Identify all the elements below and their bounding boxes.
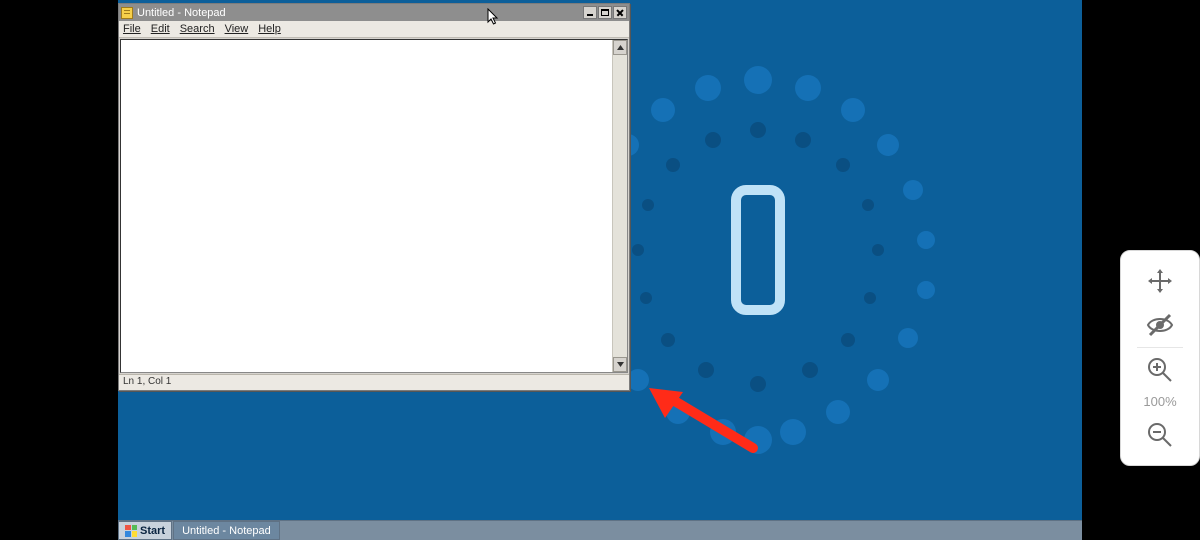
menubar: File Edit Search View Help (119, 21, 629, 38)
zoom-in-button[interactable] (1121, 348, 1199, 392)
move-tool-button[interactable] (1121, 259, 1199, 303)
start-button[interactable]: Start (118, 521, 172, 540)
notepad-titlebar[interactable]: Untitled - Notepad (119, 4, 629, 21)
scroll-up-button[interactable] (613, 40, 627, 55)
start-label: Start (140, 525, 165, 537)
viewer-toolbar: 100% (1120, 250, 1200, 466)
status-position: Ln 1, Col 1 (123, 376, 171, 387)
notepad-window[interactable]: Untitled - Notepad File Edit Search View… (118, 3, 630, 391)
taskbar-app-notepad[interactable]: Untitled - Notepad (173, 521, 280, 540)
editor-area (120, 39, 628, 373)
zoom-out-button[interactable] (1121, 413, 1199, 457)
minimize-button[interactable] (583, 6, 597, 19)
taskbar-app-label: Untitled - Notepad (182, 525, 271, 537)
menu-edit[interactable]: Edit (151, 23, 170, 35)
menu-view[interactable]: View (225, 23, 249, 35)
screen: Untitled - Notepad File Edit Search View… (0, 0, 1200, 540)
window-title: Untitled - Notepad (137, 7, 579, 19)
taskbar: Start Untitled - Notepad (118, 520, 1082, 540)
text-editor[interactable] (121, 40, 612, 372)
visibility-toggle-button[interactable] (1121, 303, 1199, 347)
statusbar: Ln 1, Col 1 (119, 374, 629, 390)
annotation-arrow-icon (643, 388, 763, 458)
zoom-out-icon (1145, 420, 1175, 450)
eye-slash-icon (1145, 310, 1175, 340)
scroll-down-button[interactable] (613, 357, 627, 372)
notepad-icon (121, 7, 133, 19)
move-icon (1145, 266, 1175, 296)
menu-help[interactable]: Help (258, 23, 281, 35)
maximize-button[interactable] (598, 6, 612, 19)
menu-file[interactable]: File (123, 23, 141, 35)
zoom-level-label: 100% (1143, 392, 1176, 413)
scrollbar-vertical[interactable] (612, 40, 627, 372)
zoom-in-icon (1145, 355, 1175, 385)
close-button[interactable] (613, 6, 627, 19)
menu-search[interactable]: Search (180, 23, 215, 35)
windows-logo-icon (125, 525, 137, 537)
desktop[interactable]: Untitled - Notepad File Edit Search View… (118, 0, 1082, 540)
